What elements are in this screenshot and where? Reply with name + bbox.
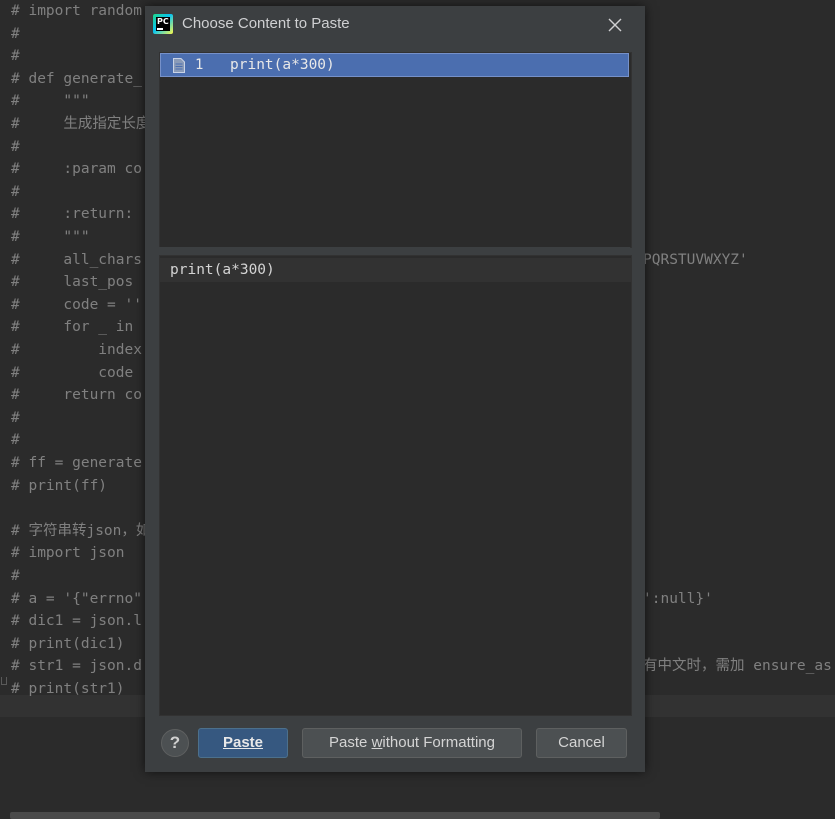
code-line: # print(str1) [11, 681, 125, 697]
clipboard-list[interactable]: 1 print(a*300) [159, 52, 632, 248]
code-line: # [11, 48, 20, 65]
code-line: # last_pos [11, 274, 134, 291]
code-line: # """ [11, 93, 90, 110]
code-line: # all_chars [11, 251, 142, 268]
code-line: # [11, 568, 20, 584]
code-line: # [11, 138, 20, 155]
pycharm-logo-icon: PC [153, 14, 173, 34]
preview-text: print(a*300) [170, 262, 275, 278]
paste-button-label: Paste [222, 734, 264, 751]
preview-pane[interactable]: print(a*300) [159, 255, 632, 716]
code-line: # [11, 25, 20, 42]
code-line: # """ [11, 229, 90, 245]
code-line: # code [11, 364, 134, 381]
help-button[interactable]: ? [161, 729, 189, 757]
code-line: # import random [11, 3, 142, 19]
list-item-number: 1 [195, 57, 204, 73]
list-item-text: print(a*300) [230, 57, 335, 73]
paste-without-formatting-button[interactable]: Paste without Formatting [302, 728, 522, 758]
list-item[interactable]: 1 print(a*300) [160, 53, 629, 77]
code-line: # str1 = json.d [11, 658, 142, 675]
code-line: # 生成指定长度 [11, 116, 151, 132]
code-line: # :param co [11, 161, 142, 178]
dialog-title: Choose Content to Paste [182, 15, 350, 32]
fold-marker-icon[interactable] [1, 677, 7, 685]
code-line: # [11, 183, 20, 200]
code-line: # for _ in [11, 319, 134, 336]
code-line: # print(dic1) [11, 635, 125, 652]
code-line: # 字符串转json，如 [11, 522, 151, 539]
code-line: # [11, 409, 20, 426]
code-line: # return co [11, 387, 142, 404]
code-line: # def generate_ [11, 70, 142, 87]
cancel-button-label: Cancel [558, 734, 605, 751]
paste-without-formatting-label: Paste without Formatting [329, 734, 495, 751]
code-line: # ff = generate [11, 455, 142, 471]
code-line: # code = '' [11, 296, 142, 313]
cancel-button[interactable]: Cancel [536, 728, 627, 758]
paste-dialog: PC Choose Content to Paste 1 print(a*300… [145, 6, 645, 772]
close-button[interactable] [602, 14, 628, 36]
code-line: # index [11, 342, 142, 358]
dialog-title-bar: PC Choose Content to Paste [145, 6, 645, 42]
code-line-fragment: PQRSTUVWXYZ' [643, 251, 748, 268]
code-line: # print(ff) [11, 477, 108, 494]
close-icon [608, 18, 622, 32]
code-line-fragment: ':null}' [643, 590, 713, 607]
code-line: # import json [11, 545, 125, 562]
code-line: # a = '{"errno" [11, 590, 142, 607]
code-line: # [11, 432, 20, 449]
code-line: # :return: [11, 206, 134, 223]
code-line-fragment: 有中文时，需加 ensure_as [643, 658, 832, 675]
document-icon [173, 58, 185, 73]
horizontal-scrollbar[interactable] [10, 812, 660, 819]
code-line: # dic1 = json.l [11, 613, 142, 630]
splitter-handle[interactable] [159, 247, 630, 255]
paste-button[interactable]: Paste [198, 728, 288, 758]
